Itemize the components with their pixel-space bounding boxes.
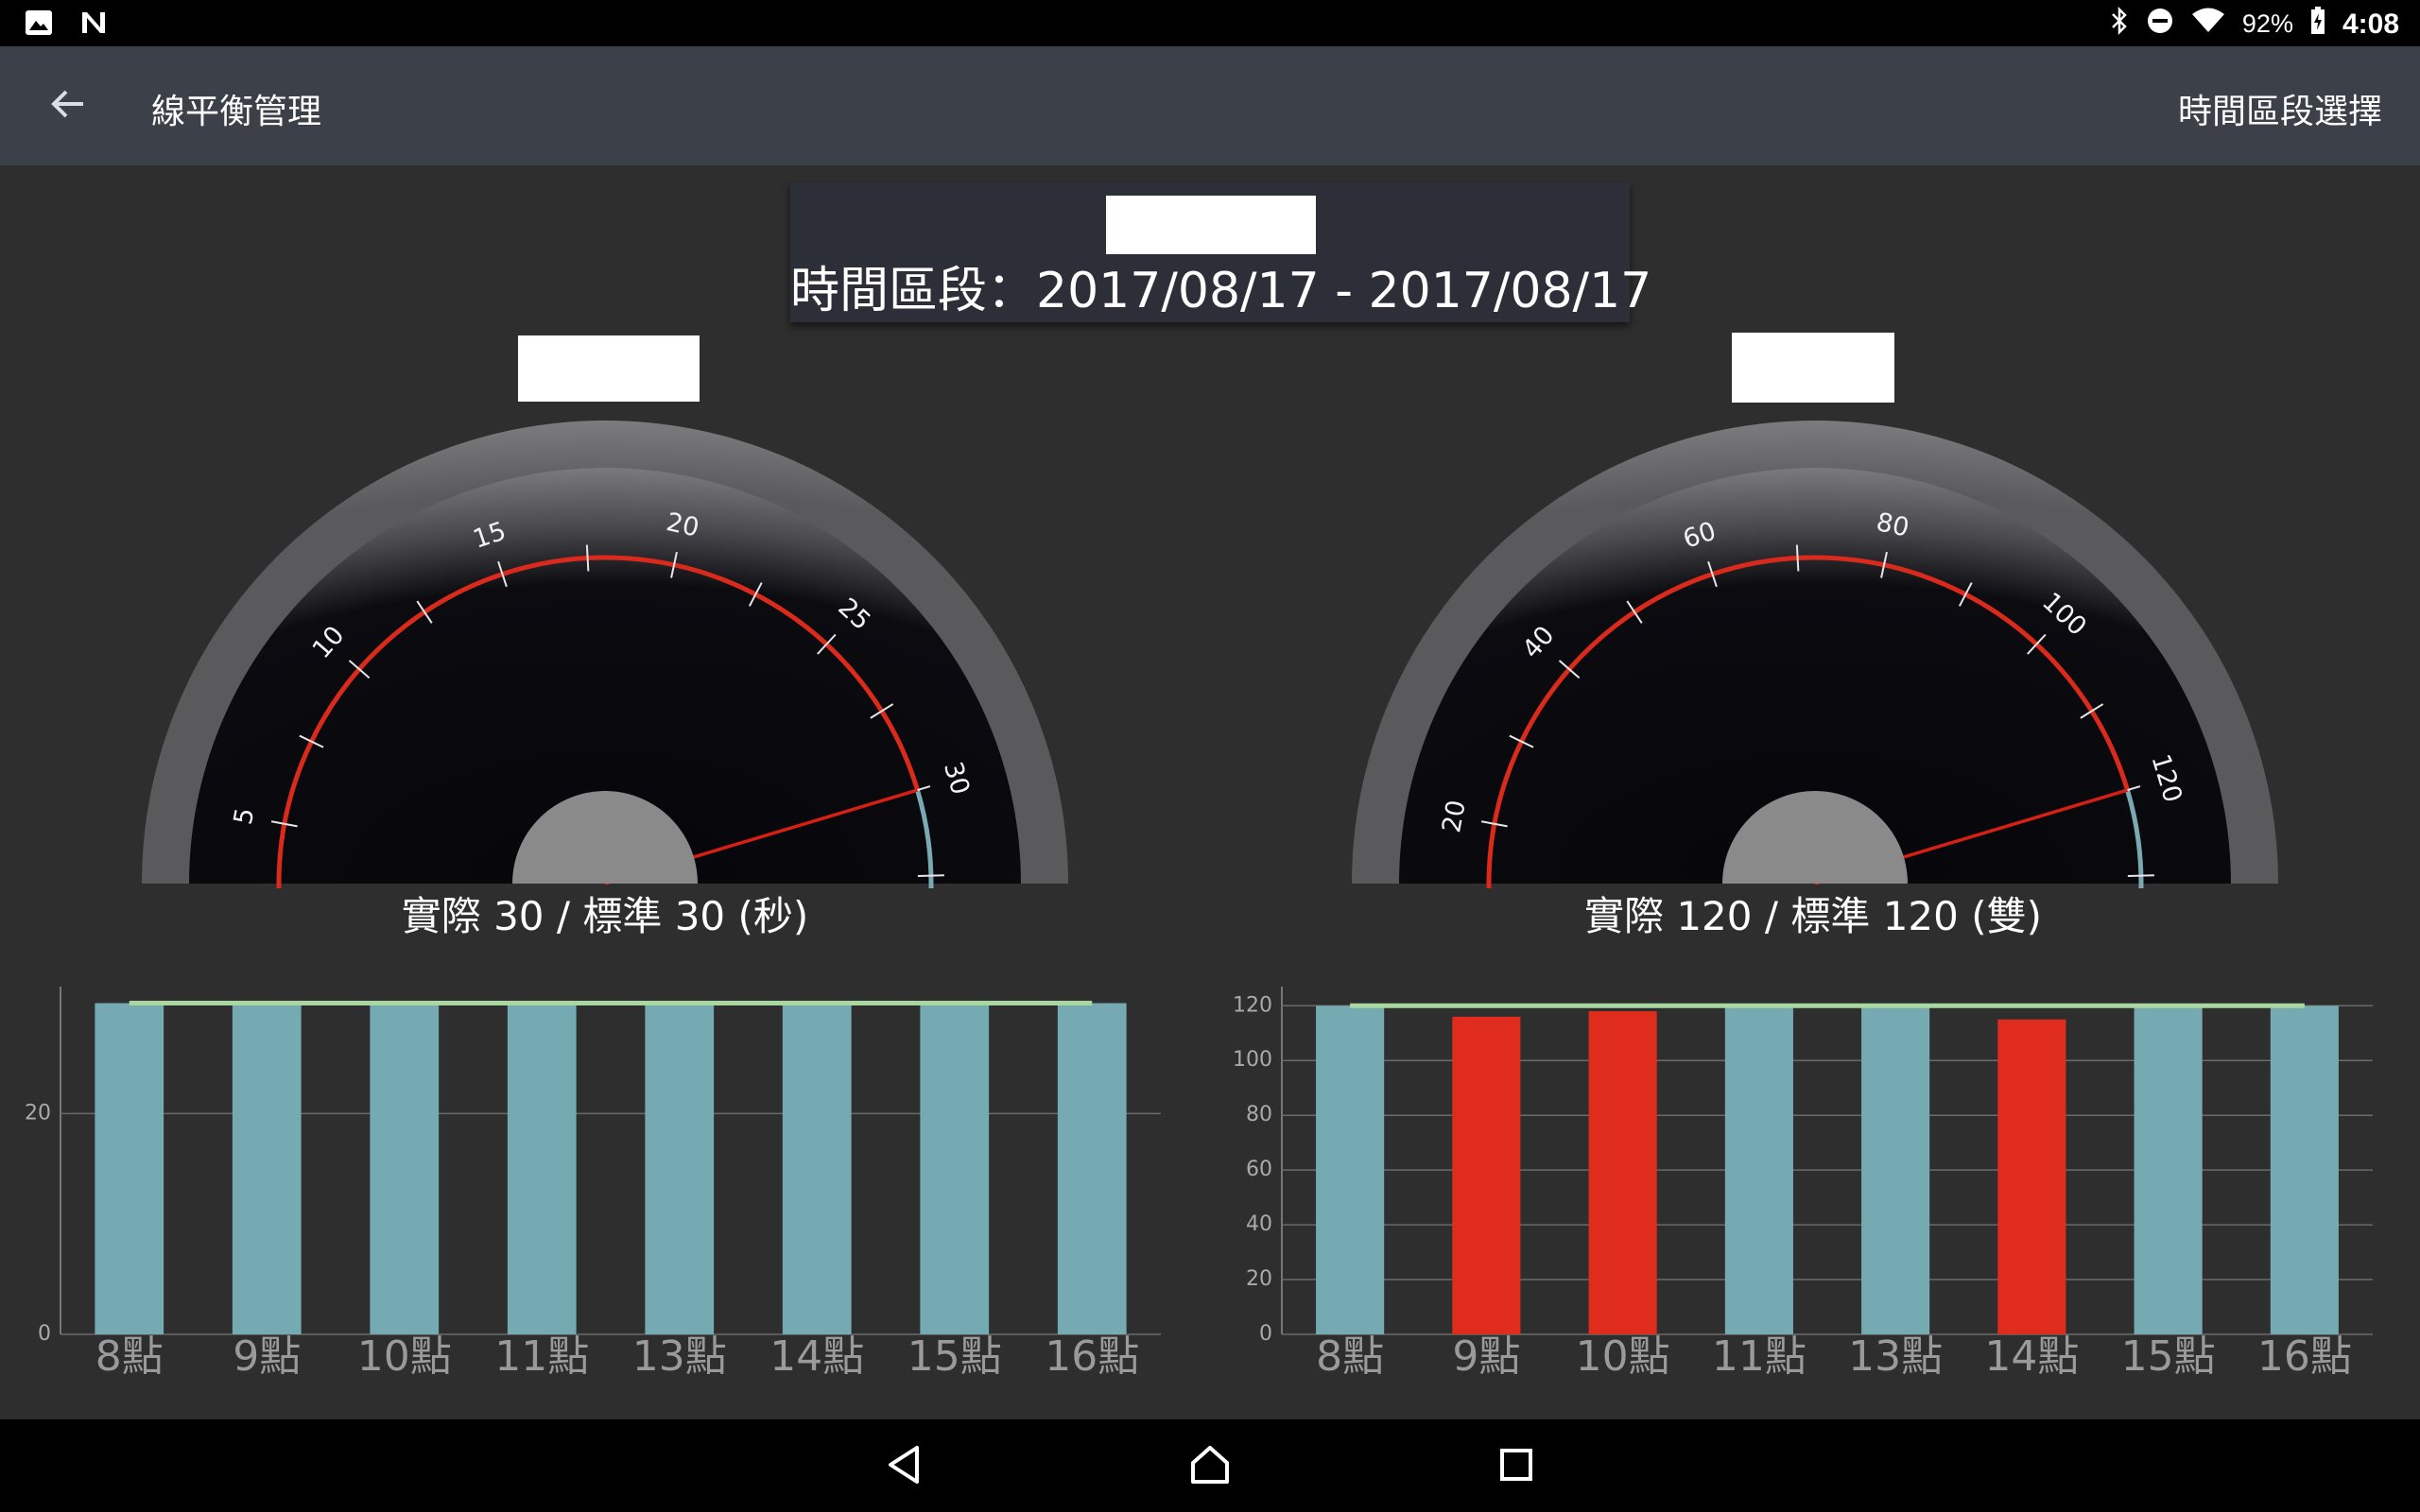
gauge-minor-tick xyxy=(2127,874,2154,877)
period-card: 時間區段：2017/08/17 - 2017/08/17 xyxy=(790,182,1652,322)
bluetooth-icon xyxy=(2110,6,2129,43)
bar xyxy=(2134,1005,2203,1334)
status-bar: 92% 4:08 xyxy=(0,0,2420,46)
bar xyxy=(1452,1016,1521,1334)
bar xyxy=(1588,1011,1657,1334)
do-not-disturb-icon xyxy=(2146,7,2174,42)
gauge-2-label: 實際 120 / 標準 120 (雙) xyxy=(1583,893,2042,939)
x-tick-label: 15點 xyxy=(908,1332,1002,1381)
bar xyxy=(507,1003,577,1334)
nav-home-button[interactable] xyxy=(1182,1440,1238,1493)
wifi-icon xyxy=(2191,8,2225,41)
bar xyxy=(2270,1005,2339,1334)
gauge-1-label: 實際 30 / 標準 30 (秒) xyxy=(401,893,809,939)
x-tick-label: 10點 xyxy=(357,1332,452,1381)
y-tick-label: 40 xyxy=(1246,1212,1272,1236)
bar xyxy=(232,1003,302,1334)
x-tick-label: 11點 xyxy=(494,1332,589,1381)
x-tick-label: 14點 xyxy=(769,1332,864,1381)
bar xyxy=(95,1003,164,1334)
x-tick-label: 15點 xyxy=(2121,1332,2216,1381)
x-tick-label: 11點 xyxy=(1712,1332,1806,1381)
y-tick-label: 60 xyxy=(1246,1158,1272,1181)
gauge-1-title-redacted xyxy=(518,335,700,402)
bar xyxy=(1316,1005,1385,1334)
image-icon xyxy=(25,9,53,41)
x-tick-label: 16點 xyxy=(2257,1332,2352,1381)
gauge-cycle-time: 05101520253035 xyxy=(142,421,1068,888)
bar xyxy=(1861,1005,1930,1334)
bar xyxy=(920,1003,990,1334)
redacted-box xyxy=(1106,196,1316,254)
nav-recents-button[interactable] xyxy=(1488,1440,1545,1493)
bar-chart-cycle-time: 0 20 8點 9點 10點 11點 13點 14點 15點 16點 xyxy=(25,987,1161,1381)
y-tick-label: 0 xyxy=(1259,1322,1272,1346)
gauge-output: 020406080100120140 xyxy=(1352,421,2278,888)
x-tick-label: 16點 xyxy=(1045,1332,1139,1381)
x-tick-label: 9點 xyxy=(1452,1332,1520,1381)
n-app-icon xyxy=(79,9,108,41)
x-tick-label: 10點 xyxy=(1576,1332,1670,1381)
page-title: 線平衡管理 xyxy=(151,93,322,131)
y-tick-label: 120 xyxy=(1233,993,1272,1017)
y-tick-label: 100 xyxy=(1233,1048,1272,1072)
nav-back-button[interactable] xyxy=(875,1440,932,1493)
bar-chart-output: 0 20 40 60 80 100 120 8點 9點 10點 11點 13點 14點 15點 16點 xyxy=(1233,987,2373,1381)
bar xyxy=(1724,1005,1793,1334)
clock: 4:08 xyxy=(2342,8,2399,40)
bar xyxy=(645,1003,715,1334)
system-nav-bar xyxy=(0,1419,2420,1512)
recents-icon xyxy=(1497,1446,1535,1487)
gauge-minor-tick xyxy=(917,874,944,877)
x-tick-label: 8點 xyxy=(1316,1332,1384,1381)
bar xyxy=(1997,1019,2066,1334)
x-tick-label: 13點 xyxy=(1848,1332,1943,1381)
home-icon xyxy=(1189,1444,1231,1489)
x-tick-label: 14點 xyxy=(1984,1332,2079,1381)
time-period-select-button[interactable]: 時間區段選擇 xyxy=(2178,84,2382,133)
arrow-back-icon xyxy=(49,87,87,125)
battery-percent: 92% xyxy=(2241,9,2293,38)
app-toolbar: 線平衡管理 時間區段選擇 xyxy=(0,46,2420,165)
y-tick-label: 80 xyxy=(1246,1103,1272,1126)
bar xyxy=(1057,1003,1127,1334)
gauge-tick-label: 20 xyxy=(1437,798,1472,834)
gauge-2-title-redacted xyxy=(1732,333,1894,403)
x-tick-label: 13點 xyxy=(632,1332,727,1381)
x-tick-label: 9點 xyxy=(233,1332,301,1381)
battery-charging-icon xyxy=(2310,7,2325,42)
y-tick-label: 20 xyxy=(25,1101,51,1125)
y-tick-label: 0 xyxy=(38,1322,51,1346)
period-text: 時間區段：2017/08/17 - 2017/08/17 xyxy=(790,263,1652,319)
y-tick-label: 20 xyxy=(1246,1267,1272,1291)
back-button[interactable] xyxy=(38,82,98,129)
back-triangle-icon xyxy=(885,1444,923,1489)
x-tick-label: 8點 xyxy=(95,1332,164,1381)
bar xyxy=(782,1003,852,1334)
bar xyxy=(370,1003,440,1334)
